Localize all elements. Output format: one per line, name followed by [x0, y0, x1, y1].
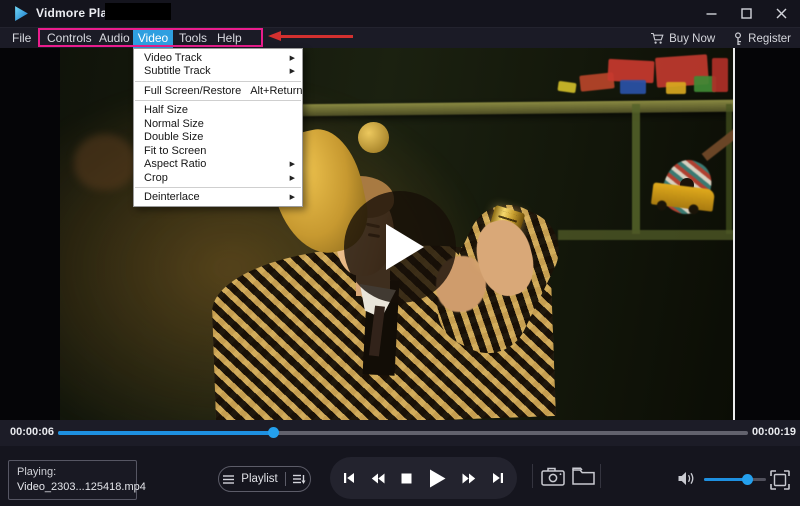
menu-item-crop[interactable]: Crop ▶: [134, 171, 302, 185]
camera-icon: [541, 467, 565, 486]
playlist-order-icon: [293, 474, 306, 485]
menu-item-fit-to-screen[interactable]: Fit to Screen: [134, 144, 302, 158]
next-button[interactable]: [492, 472, 504, 484]
previous-icon: [343, 472, 355, 484]
menubar-right-actions: Buy Now Register: [650, 28, 791, 49]
toy-block: [712, 58, 728, 92]
play-icon: [429, 469, 446, 488]
title-bar: Vidmore Player: [0, 0, 800, 27]
minimize-button[interactable]: [702, 4, 720, 24]
app-logo-icon: [13, 5, 30, 22]
speaker-icon: [678, 471, 695, 486]
shelf-divider: [726, 104, 732, 234]
submenu-arrow-icon: ▶: [290, 193, 295, 201]
cart-icon: [650, 32, 664, 45]
video-menu-dropdown: Video Track ▶ Subtitle Track ▶ Full Scre…: [133, 48, 303, 207]
playback-controls: [330, 457, 517, 499]
control-bar: Playing: Video_2303...125418.mp4 Playlis…: [0, 446, 800, 506]
volume-thumb[interactable]: [742, 474, 753, 485]
toy-block: [666, 82, 686, 94]
seek-bar[interactable]: [58, 431, 748, 435]
register-button[interactable]: Register: [733, 32, 791, 46]
elapsed-time: 00:00:06: [10, 426, 54, 438]
total-duration: 00:00:19: [752, 426, 796, 438]
toy-block: [557, 81, 576, 93]
play-icon: [386, 224, 424, 270]
menu-controls[interactable]: Controls: [47, 28, 92, 49]
menu-item-double-size[interactable]: Double Size: [134, 131, 302, 145]
video-area[interactable]: [0, 48, 800, 420]
playing-label: Playing:: [17, 465, 128, 479]
menu-audio[interactable]: Audio: [99, 28, 130, 49]
window-controls: [702, 0, 790, 27]
submenu-arrow-icon: ▶: [290, 67, 295, 75]
maximize-button[interactable]: [737, 4, 755, 24]
next-icon: [492, 472, 504, 484]
divider: [285, 472, 286, 486]
submenu-arrow-icon: ▶: [290, 160, 295, 168]
menu-bar: File Controls Audio Video Tools Help Buy…: [0, 27, 800, 48]
rewind-icon: [371, 473, 385, 484]
play-button[interactable]: [429, 469, 446, 488]
volume-slider[interactable]: [704, 478, 766, 481]
vidmore-player-window: Vidmore Player File Controls Audio Video…: [0, 0, 800, 506]
seek-bar-fill: [58, 431, 273, 435]
divider: [532, 464, 533, 488]
menu-help[interactable]: Help: [217, 28, 242, 49]
redacted-text-box: [105, 3, 171, 20]
menu-separator: [135, 81, 301, 82]
submenu-arrow-icon: ▶: [290, 174, 295, 182]
register-label: Register: [748, 33, 791, 45]
volume-mute-button[interactable]: [678, 471, 695, 491]
menu-tools[interactable]: Tools: [179, 28, 207, 49]
playlist-label: Playlist: [241, 473, 277, 485]
snapshot-button[interactable]: [541, 467, 565, 491]
menu-separator: [135, 100, 301, 101]
folder-icon: [572, 467, 595, 485]
seek-thumb[interactable]: [268, 427, 279, 438]
menu-separator: [135, 187, 301, 188]
playlist-button[interactable]: Playlist: [218, 466, 311, 492]
submenu-arrow-icon: ▶: [290, 54, 295, 62]
menu-item-video-track[interactable]: Video Track ▶: [134, 51, 302, 65]
open-file-button[interactable]: [572, 467, 595, 490]
fullscreen-icon: [770, 470, 790, 490]
fast-forward-button[interactable]: [462, 473, 476, 484]
play-overlay-button[interactable]: [344, 191, 456, 303]
hat-pompom: [358, 122, 389, 153]
menu-video-active[interactable]: Video: [133, 28, 173, 49]
buy-now-label: Buy Now: [669, 33, 715, 45]
toy-block: [620, 80, 646, 94]
menu-item-half-size[interactable]: Half Size: [134, 104, 302, 118]
fullscreen-button[interactable]: [770, 470, 790, 495]
menu-item-aspect-ratio[interactable]: Aspect Ratio ▶: [134, 158, 302, 172]
menu-file[interactable]: File: [12, 28, 31, 49]
stop-icon: [401, 473, 412, 484]
previous-button[interactable]: [343, 472, 355, 484]
fast-forward-icon: [462, 473, 476, 484]
rewind-button[interactable]: [371, 473, 385, 484]
playing-filename: Video_2303...125418.mp4: [17, 479, 128, 495]
buy-now-button[interactable]: Buy Now: [650, 32, 715, 45]
now-playing-box: Playing: Video_2303...125418.mp4: [8, 460, 137, 500]
close-button[interactable]: [772, 4, 790, 24]
menu-item-deinterlace[interactable]: Deinterlace ▶: [134, 191, 302, 205]
stop-button[interactable]: [401, 473, 412, 484]
shortcut-label: Alt+Return: [250, 85, 302, 97]
menu-item-normal-size[interactable]: Normal Size: [134, 117, 302, 131]
teddy-bear-toy: [74, 134, 136, 190]
menu-item-subtitle-track[interactable]: Subtitle Track ▶: [134, 65, 302, 79]
progress-bar-row: 00:00:06 00:00:19: [0, 420, 800, 446]
shelf-divider: [632, 104, 640, 234]
menu-item-fullscreen-restore[interactable]: Full Screen/Restore Alt+Return: [134, 84, 302, 98]
hamburger-icon: [223, 475, 234, 484]
key-icon: [733, 32, 743, 46]
divider: [600, 464, 601, 488]
